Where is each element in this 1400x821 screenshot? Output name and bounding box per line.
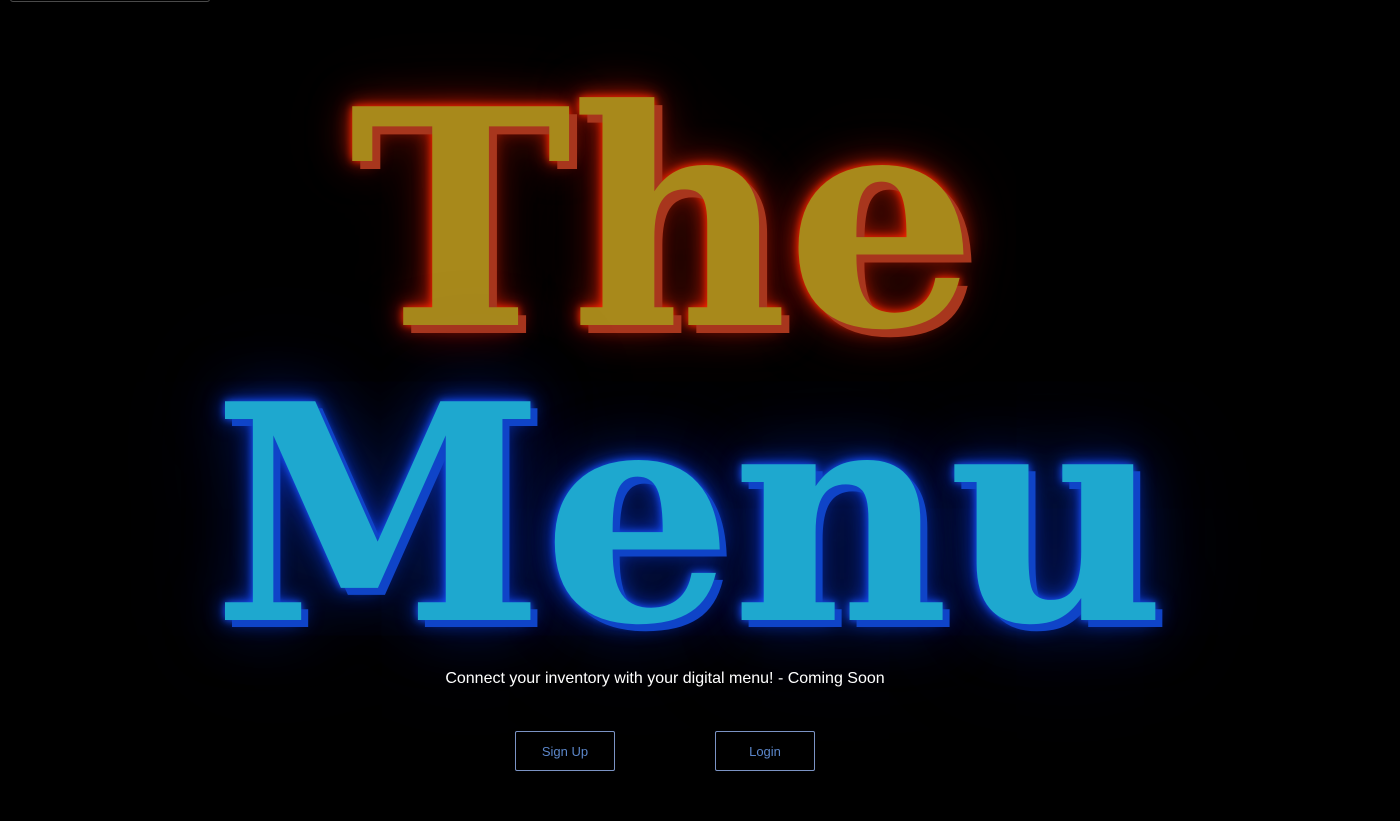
sign-up-button[interactable]: Sign Up — [515, 731, 615, 771]
login-button[interactable]: Login — [715, 731, 815, 771]
landing-page: The Menu Connect your inventory with you… — [0, 0, 1400, 821]
title-menu: Menu — [212, 338, 1165, 691]
top-bar-edge — [10, 0, 210, 2]
title-the: The — [348, 43, 977, 396]
tagline: Connect your inventory with your digital… — [445, 670, 885, 687]
